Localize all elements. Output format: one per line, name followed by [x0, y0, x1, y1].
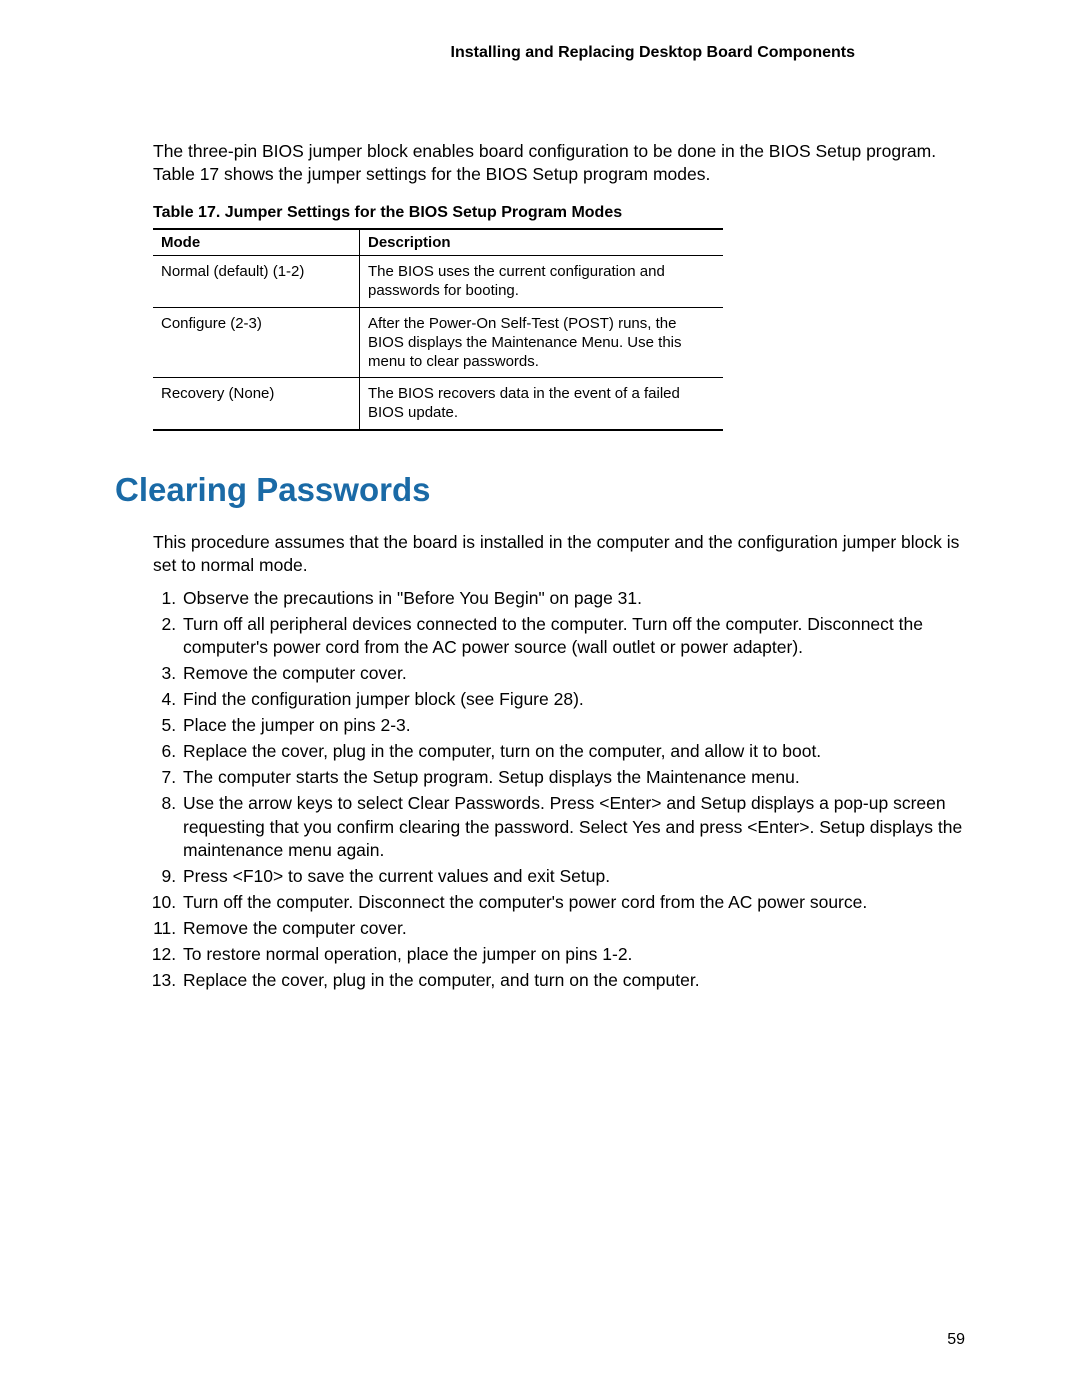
- page-number: 59: [947, 1331, 965, 1349]
- step: Turn off the computer. Disconnect the co…: [181, 891, 965, 914]
- step: The computer starts the Setup program. S…: [181, 766, 965, 789]
- step: Find the configuration jumper block (see…: [181, 688, 965, 711]
- cell-desc: The BIOS recovers data in the event of a…: [360, 378, 724, 430]
- step: Replace the cover, plug in the computer,…: [181, 969, 965, 992]
- section-heading: Clearing Passwords: [115, 471, 965, 509]
- table-row: Normal (default) (1-2) The BIOS uses the…: [153, 256, 723, 307]
- table-row: Configure (2-3) After the Power-On Self-…: [153, 307, 723, 378]
- running-head: Installing and Replacing Desktop Board C…: [115, 44, 965, 62]
- jumper-settings-table: Mode Description Normal (default) (1-2) …: [153, 228, 723, 430]
- procedure-steps: Observe the precautions in "Before You B…: [153, 587, 965, 993]
- step: Turn off all peripheral devices connecte…: [181, 613, 965, 659]
- table-header-row: Mode Description: [153, 229, 723, 256]
- cell-mode: Normal (default) (1-2): [153, 256, 360, 307]
- step: To restore normal operation, place the j…: [181, 943, 965, 966]
- table-caption: Table 17. Jumper Settings for the BIOS S…: [153, 204, 965, 222]
- col-mode: Mode: [153, 229, 360, 256]
- cell-desc: After the Power-On Self-Test (POST) runs…: [360, 307, 724, 378]
- step: Replace the cover, plug in the computer,…: [181, 740, 965, 763]
- step: Press <F10> to save the current values a…: [181, 865, 965, 888]
- procedure-intro: This procedure assumes that the board is…: [153, 531, 965, 577]
- col-description: Description: [360, 229, 724, 256]
- step: Remove the computer cover.: [181, 917, 965, 940]
- step: Place the jumper on pins 2-3.: [181, 714, 965, 737]
- intro-paragraph: The three-pin BIOS jumper block enables …: [153, 140, 965, 186]
- step: Observe the precautions in "Before You B…: [181, 587, 965, 610]
- step: Use the arrow keys to select Clear Passw…: [181, 792, 965, 861]
- page: Installing and Replacing Desktop Board C…: [0, 0, 1080, 992]
- table-row: Recovery (None) The BIOS recovers data i…: [153, 378, 723, 430]
- step: Remove the computer cover.: [181, 662, 965, 685]
- cell-desc: The BIOS uses the current configuration …: [360, 256, 724, 307]
- cell-mode: Configure (2-3): [153, 307, 360, 378]
- cell-mode: Recovery (None): [153, 378, 360, 430]
